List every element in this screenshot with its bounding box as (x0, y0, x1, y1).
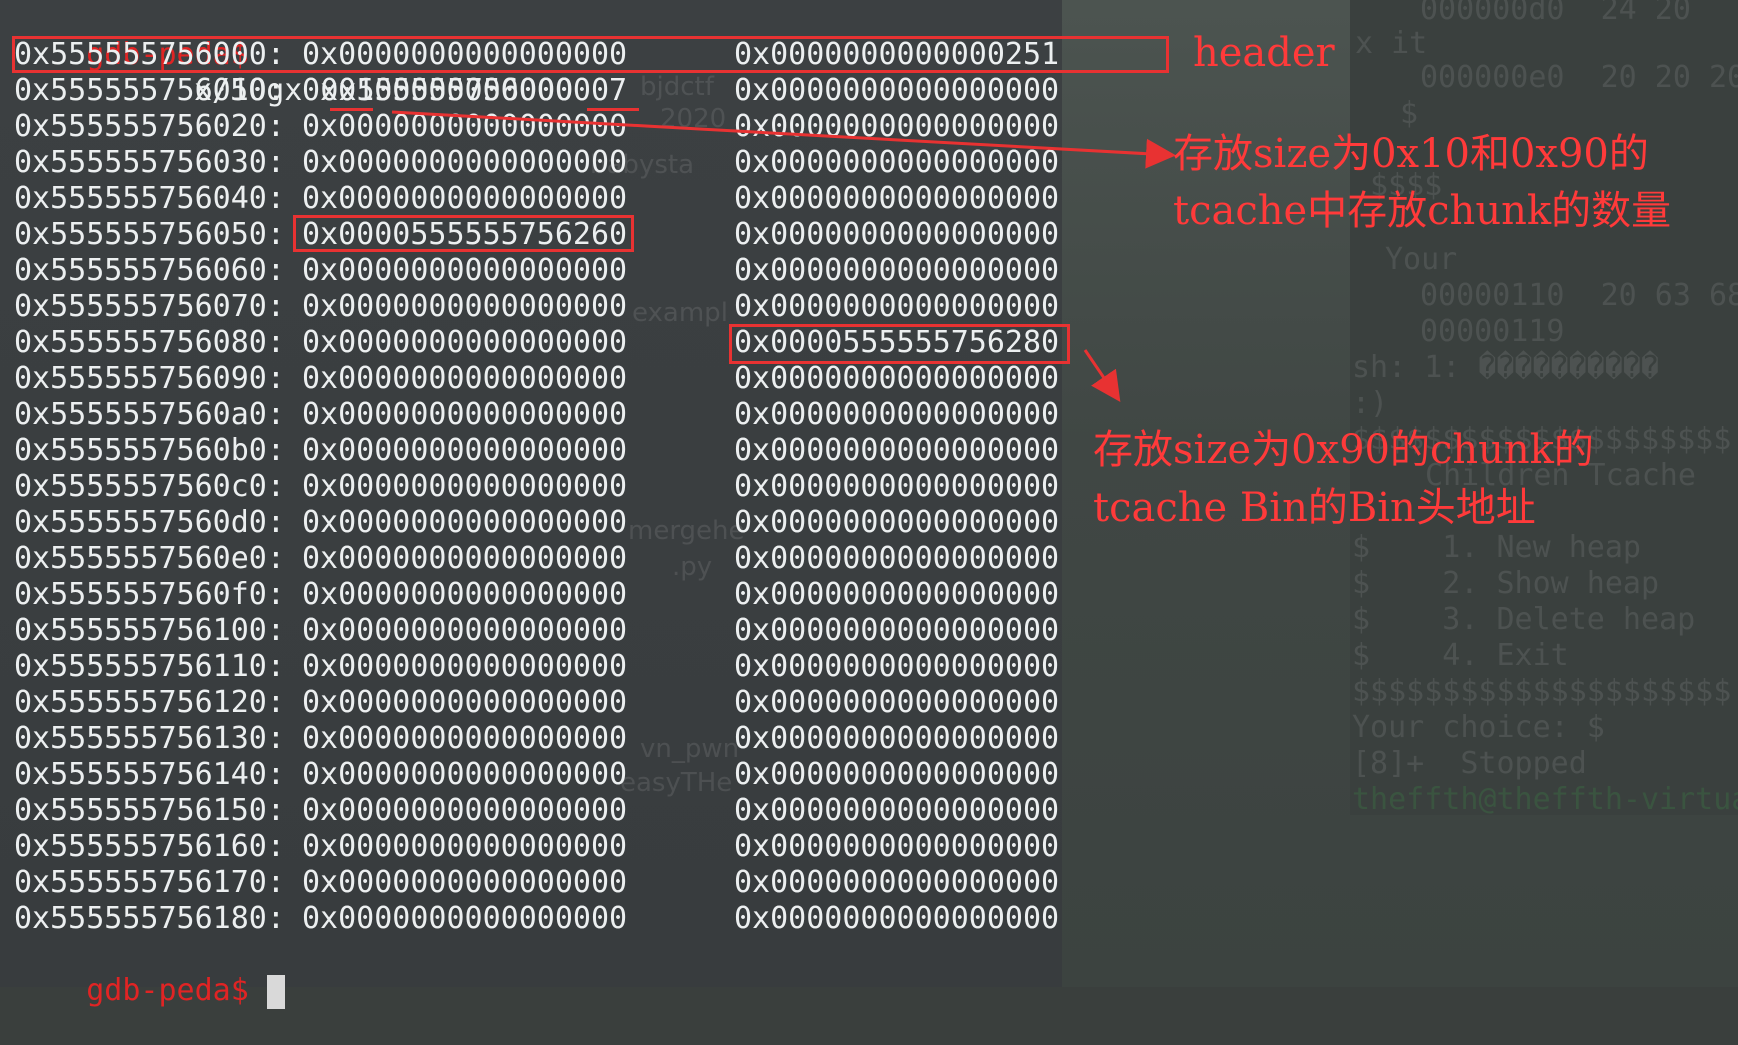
counts-arrow (391, 110, 1176, 169)
counts-note-line2: tcache中存放chunk的数量 (1173, 188, 1672, 234)
bin-head-arrow (1083, 349, 1121, 402)
bin-note-line2: tcache Bin的Bin头地址 (1093, 485, 1536, 531)
bin-note-line1: 存放size为0x90的chunk的 (1093, 427, 1594, 473)
counts-note-line1: 存放size为0x10和0x90的 (1173, 131, 1649, 177)
header-label: header (1193, 30, 1335, 76)
